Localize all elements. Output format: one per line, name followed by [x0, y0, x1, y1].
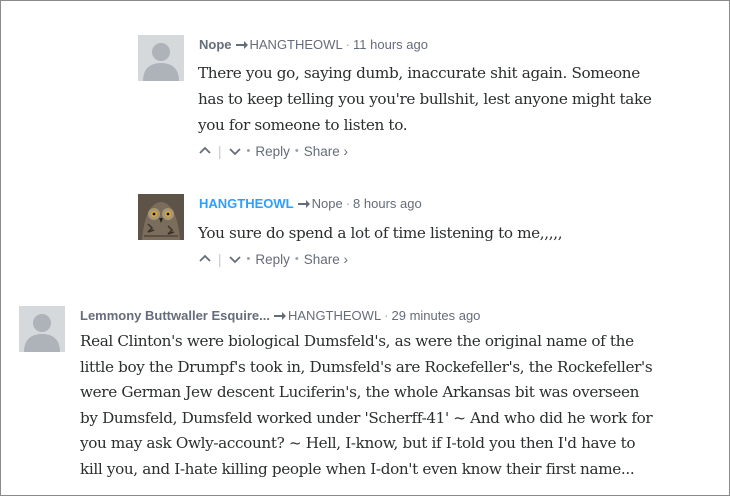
comment-line: were German Jew descent Luciferin's, the… — [80, 383, 640, 402]
upvote-icon[interactable] — [198, 144, 212, 158]
share-button[interactable]: Share › — [304, 144, 348, 159]
share-button[interactable]: Share › — [304, 252, 348, 267]
comment-actions: | • Reply • Share › — [198, 251, 348, 267]
action-separator: • — [246, 145, 251, 158]
comment-line: you may ask Owly-account? ~ Hell, I-know… — [80, 434, 636, 453]
reply-to-author[interactable]: Nope — [312, 196, 343, 211]
action-separator: • — [294, 145, 299, 158]
meta-separator: · — [345, 196, 351, 211]
reply-arrow-icon — [274, 309, 286, 324]
comment-line: You sure do spend a lot of time listenin… — [198, 224, 563, 242]
comment-timestamp[interactable]: 11 hours ago — [353, 37, 428, 52]
meta-separator: · — [345, 37, 351, 52]
comment-line: little boy the Drumpf's took in, Dumsfel… — [80, 357, 653, 376]
comment-line: has to keep telling you you're bullshit,… — [198, 90, 652, 108]
upvote-icon[interactable] — [198, 252, 212, 266]
comment-hangtheowl: HANGTHEOWL Nope · 8 hours ago You sure do s… — [138, 194, 718, 274]
vote-divider: | — [218, 251, 222, 267]
reply-to-author[interactable]: HANGTHEOWL — [288, 308, 381, 323]
action-separator: • — [294, 253, 299, 266]
reply-button[interactable]: Reply — [255, 144, 290, 159]
default-avatar-icon[interactable] — [138, 35, 184, 81]
comment-line: you for someone to listen to. — [198, 116, 408, 134]
comment-body: You sure do spend a lot of time listenin… — [198, 220, 723, 246]
comment-actions: | • Reply • Share › — [198, 143, 348, 159]
comment-line: There you go, saying dumb, inaccurate sh… — [198, 64, 640, 82]
comment-nope: Nope HANGTHEOWL · 11 hours ago There you go… — [138, 35, 718, 165]
reply-button[interactable]: Reply — [255, 252, 290, 267]
default-avatar-icon[interactable] — [19, 306, 65, 352]
comments-panel: Nope HANGTHEOWL · 11 hours ago There you go… — [0, 0, 730, 496]
owl-avatar-icon[interactable] — [138, 194, 184, 240]
comment-meta: Lemmony Buttwaller Esquire... HANGTHEOWL ·… — [80, 308, 480, 324]
downvote-icon[interactable] — [228, 144, 242, 158]
comment-author[interactable]: HANGTHEOWL — [199, 196, 294, 211]
comment-line: Real Clinton's were biological Dumsfeld'… — [80, 332, 634, 350]
reply-arrow-icon — [235, 38, 248, 53]
comment-lemmony: Lemmony Buttwaller Esquire... HANGTHEOWL ·… — [19, 306, 719, 491]
vote-divider: | — [218, 143, 222, 159]
comment-meta: Nope HANGTHEOWL · 11 hours ago — [199, 37, 428, 53]
meta-separator: · — [384, 308, 389, 323]
comment-timestamp[interactable]: 29 minutes ago — [392, 308, 481, 323]
comment-line: kill you, and I-hate killing people when… — [80, 459, 635, 478]
comment-body: There you go, saying dumb, inaccurate sh… — [198, 60, 723, 138]
comment-timestamp[interactable]: 8 hours ago — [353, 196, 422, 211]
downvote-icon[interactable] — [228, 252, 242, 266]
comment-line: by Dumsfeld, Dumsfeld worked under 'Sche… — [80, 408, 653, 427]
comment-author[interactable]: Nope — [199, 37, 232, 52]
comment-author[interactable]: Lemmony Buttwaller Esquire... — [80, 308, 270, 323]
comment-body: Real Clinton's were biological Dumsfeld'… — [80, 329, 720, 483]
reply-to-author[interactable]: HANGTHEOWL — [250, 37, 343, 52]
reply-arrow-icon — [297, 197, 310, 212]
comment-meta: HANGTHEOWL Nope · 8 hours ago — [199, 196, 422, 212]
action-separator: • — [246, 253, 251, 266]
